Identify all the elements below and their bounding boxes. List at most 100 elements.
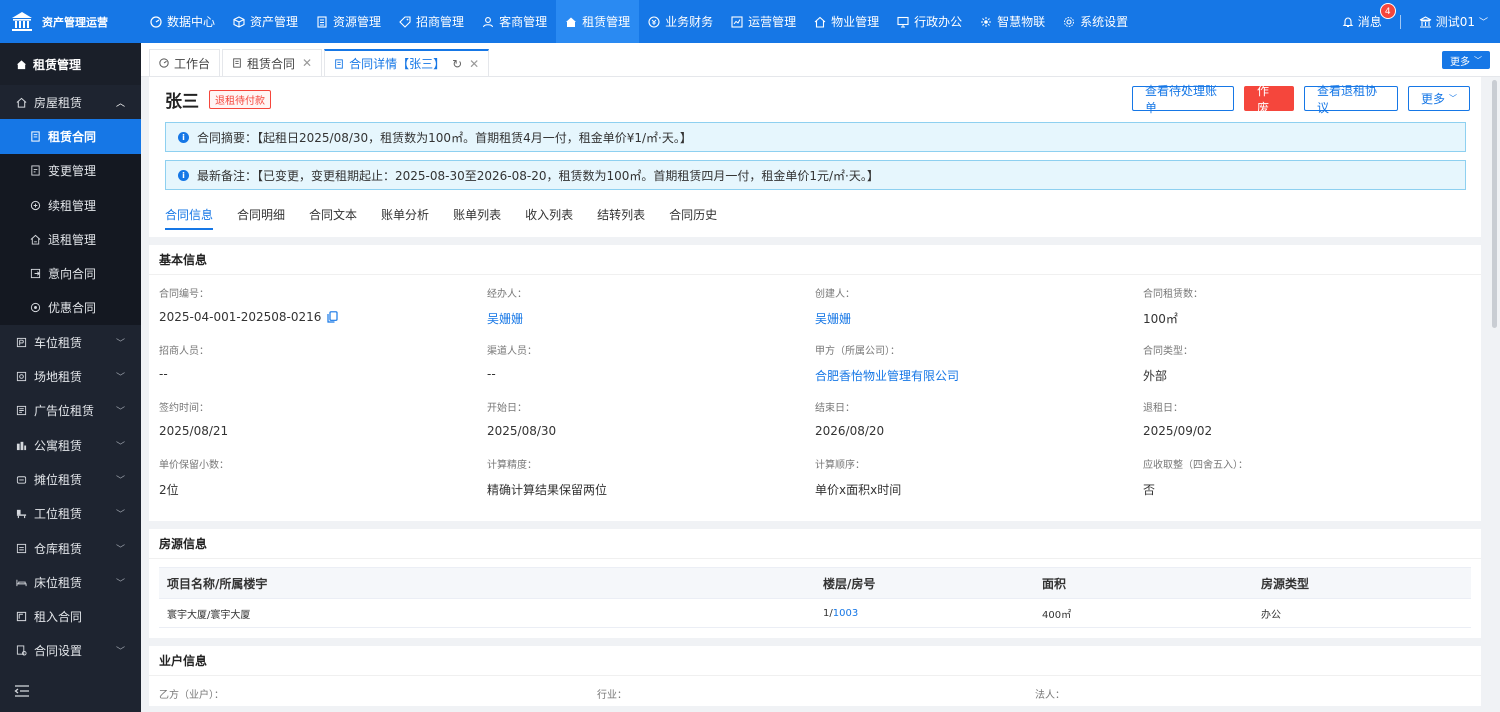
workstation-icon	[16, 510, 27, 519]
nav-lease[interactable]: 租赁管理	[556, 0, 640, 43]
tab-carryover-list[interactable]: 结转列表	[597, 198, 657, 230]
sidebar-item-discount[interactable]: 优惠合同	[0, 290, 141, 326]
chevron-down-icon: ﹀	[115, 647, 125, 658]
chevron-down-icon: ﹀	[115, 338, 125, 349]
brand-title: 资产管理运营	[42, 15, 108, 29]
room-link[interactable]: 1003	[833, 608, 858, 619]
nav-iot[interactable]: 智慧物联	[971, 0, 1054, 43]
sidebar-item-venue[interactable]: 场地租赁 ﹀	[0, 359, 141, 393]
nav-data-center[interactable]: 数据中心	[141, 0, 224, 43]
dashboard-icon	[150, 15, 162, 28]
property-info-section: 房源信息 项目名称/所属楼宇 楼层/房号 面积 房源类型 寰宇大厦/寰宇大厦 1…	[149, 529, 1481, 638]
contract-party-name: 张三	[165, 92, 199, 112]
sidebar-item-booth[interactable]: 摊位租赁 ﹀	[0, 462, 141, 496]
home-icon	[566, 17, 577, 27]
copy-icon[interactable]	[327, 311, 338, 323]
tab-contract-detail[interactable]: 合同详情【张三】 ↻ ✕	[324, 49, 490, 76]
tab-lease-contract[interactable]: 租赁合同 ✕	[222, 49, 323, 76]
contract-header: 张三 退租待付款 查看待处理账单 作 废 查看退租协议 更多 ﹀ i 合同摘要：…	[149, 77, 1481, 237]
nav-investment[interactable]: 招商管理	[390, 0, 473, 43]
table-row: 寰宇大厦/寰宇大厦 1/1003 400㎡ 办公	[159, 598, 1471, 628]
sidebar-item-warehouse[interactable]: 仓库租赁 ﹀	[0, 531, 141, 565]
sidebar-item-lease-in[interactable]: 租入合同	[0, 599, 141, 633]
nav-property[interactable]: 物业管理	[805, 0, 888, 43]
user-menu[interactable]: 测试01 ﹀	[1419, 13, 1488, 30]
bell-icon	[1342, 16, 1354, 27]
field-handler: 经办人： 吴姗姗	[487, 285, 815, 342]
tab-bill-analysis[interactable]: 账单分析	[381, 198, 441, 230]
sidebar-item-contract-settings[interactable]: 合同设置 ﹀	[0, 634, 141, 668]
nav-settings[interactable]: 系统设置	[1054, 0, 1137, 43]
close-icon[interactable]: ✕	[469, 57, 479, 71]
iot-icon	[981, 16, 992, 27]
tabs-more-button[interactable]: 更多 ﹀	[1442, 51, 1490, 69]
messages-button[interactable]: 消息 4	[1342, 3, 1396, 30]
sidebar-item-house-lease[interactable]: 房屋租赁 ︿	[0, 85, 141, 119]
sidebar-header: 租赁管理	[0, 43, 141, 85]
intention-icon	[30, 269, 41, 279]
page-scrollbar[interactable]	[1492, 80, 1497, 328]
nav-asset[interactable]: 资产管理	[224, 0, 307, 43]
brand[interactable]: 资产管理运营	[0, 0, 141, 43]
monitor-icon	[897, 16, 909, 28]
sidebar-item-intention[interactable]: 意向合同	[0, 256, 141, 291]
field-calc-order: 计算顺序： 单价x面积x时间	[815, 460, 902, 497]
contract-in-icon	[16, 611, 27, 622]
sidebar-item-lease-contract[interactable]: 租赁合同	[0, 119, 141, 154]
venue-icon	[16, 371, 27, 382]
section-title: 基本信息	[149, 245, 1481, 275]
sidebar-item-apartment[interactable]: 公寓租赁 ﹀	[0, 428, 141, 462]
document-icon	[233, 58, 241, 68]
exit-house-icon	[30, 234, 41, 245]
nav-finance[interactable]: 业务财务	[639, 0, 722, 43]
party-a-link[interactable]: 合肥香怡物业管理有限公司	[815, 367, 1143, 384]
house-icon	[814, 16, 826, 28]
view-pending-bills-button[interactable]: 查看待处理账单	[1132, 84, 1234, 115]
sidebar-item-workstation[interactable]: 工位租赁 ﹀	[0, 497, 141, 531]
field-rounding: 应收取整（四舍五入）： 否	[1143, 460, 1248, 497]
tab-contract-history[interactable]: 合同历史	[669, 198, 729, 230]
sidebar-item-renew[interactable]: 续租管理	[0, 187, 141, 223]
column-header: 楼层/房号	[815, 567, 1034, 599]
nav-resource[interactable]: 资源管理	[307, 0, 390, 43]
chevron-down-icon: ﹀	[115, 544, 125, 555]
more-actions-button[interactable]: 更多 ﹀	[1408, 86, 1470, 111]
tab-income-list[interactable]: 收入列表	[525, 198, 585, 230]
collapse-menu-icon[interactable]	[14, 684, 30, 698]
field-creator: 创建人： 吴姗姗	[815, 285, 1143, 342]
nav-client[interactable]: 客商管理	[473, 0, 556, 43]
tab-bill-list[interactable]: 账单列表	[453, 198, 513, 230]
nav-operation[interactable]: 运营管理	[722, 0, 805, 43]
chevron-down-icon: ﹀	[115, 441, 125, 452]
sidebar: 租赁管理 房屋租赁 ︿ 租赁合同 变更管理 续租管理 退租管理 意向合同 优惠合同…	[0, 43, 141, 712]
handler-link[interactable]: 吴姗姗	[487, 310, 815, 327]
creator-link[interactable]: 吴姗姗	[815, 310, 1143, 327]
tab-contract-text[interactable]: 合同文本	[309, 198, 369, 230]
nav-admin[interactable]: 行政办公	[888, 0, 971, 43]
tab-contract-detail-items[interactable]: 合同明细	[237, 198, 297, 230]
field-legal-person: 法人：	[1035, 690, 1065, 701]
latest-note-notice: i 最新备注：【已变更，变更租期起止：2025-08-30至2026-08-20…	[165, 160, 1466, 190]
void-button[interactable]: 作 废	[1244, 84, 1294, 115]
tab-contract-info[interactable]: 合同信息	[165, 198, 225, 230]
chevron-down-icon: ﹀	[115, 475, 125, 486]
close-icon[interactable]: ✕	[302, 56, 312, 70]
sidebar-item-bed[interactable]: 床位租赁 ﹀	[0, 565, 141, 599]
section-title: 房源信息	[149, 529, 1481, 559]
tab-workbench[interactable]: 工作台	[149, 49, 221, 76]
info-icon: i	[178, 169, 189, 181]
sidebar-item-ad-space[interactable]: 广告位租赁 ﹀	[0, 394, 141, 428]
chevron-down-icon: ﹀	[115, 578, 125, 589]
field-sign-date: 签约时间： 2025/08/21	[159, 403, 229, 438]
document-icon	[31, 131, 40, 142]
view-termination-button[interactable]: 查看退租协议	[1304, 84, 1398, 115]
column-header: 面积	[1034, 567, 1253, 599]
owner-info-section: 业户信息 乙方（业户）： 行业： 法人：	[149, 646, 1481, 706]
sidebar-item-parking[interactable]: 车位租赁 ﹀	[0, 325, 141, 359]
sidebar-item-termination[interactable]: 退租管理	[0, 222, 141, 257]
sidebar-item-change[interactable]: 变更管理	[0, 153, 141, 188]
house-icon	[16, 97, 27, 108]
renew-icon	[30, 200, 41, 210]
chevron-down-icon: ﹀	[1449, 94, 1457, 103]
refresh-icon[interactable]: ↻	[452, 57, 462, 71]
